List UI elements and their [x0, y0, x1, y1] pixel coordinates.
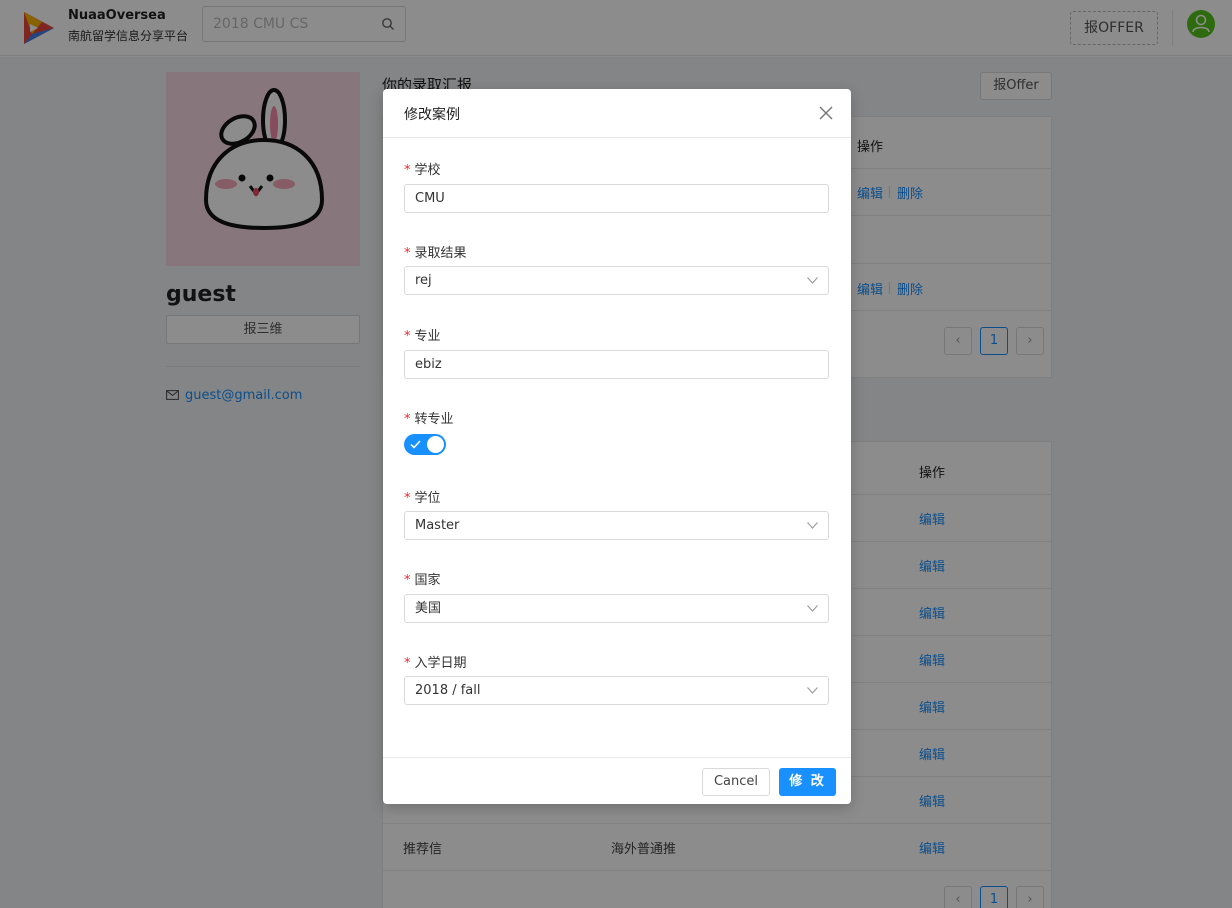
- school-input[interactable]: [415, 185, 815, 212]
- term-select[interactable]: 2018 / fall: [404, 676, 829, 705]
- required-mark: *: [404, 573, 411, 588]
- school-label: * 学校: [404, 159, 441, 178]
- country-label-text: 国家: [414, 573, 441, 588]
- major-label: * 专业: [404, 325, 441, 344]
- toggle-knob: [427, 436, 444, 453]
- required-mark: *: [404, 163, 411, 178]
- degree-selected-value: Master: [415, 518, 460, 533]
- transfer-label-text: 转专业: [414, 412, 454, 427]
- school-field[interactable]: [404, 184, 829, 213]
- submit-edit-button[interactable]: 修 改: [779, 768, 836, 796]
- chevron-down-icon: [807, 687, 818, 694]
- major-label-text: 专业: [414, 329, 441, 344]
- country-label: * 国家: [404, 569, 441, 588]
- term-label: * 入学日期: [404, 652, 467, 671]
- chevron-down-icon: [807, 522, 818, 529]
- cancel-button[interactable]: Cancel: [702, 768, 770, 796]
- chevron-down-icon: [807, 277, 818, 284]
- result-label: * 录取结果: [404, 242, 467, 261]
- country-select[interactable]: 美国: [404, 594, 829, 623]
- edit-case-modal: 修改案例 *学校 *录取结果 rej *专业 *转专业 *学位 Master: [383, 89, 851, 804]
- result-label-text: 录取结果: [414, 246, 467, 261]
- required-mark: *: [404, 246, 411, 261]
- degree-label-text: 学位: [414, 491, 441, 506]
- transfer-toggle[interactable]: [404, 434, 446, 455]
- chevron-down-icon: [807, 605, 818, 612]
- transfer-label: * 转专业: [404, 408, 454, 427]
- required-mark: *: [404, 412, 411, 427]
- modal-header: 修改案例: [383, 89, 851, 138]
- country-selected-value: 美国: [415, 601, 442, 616]
- term-label-text: 入学日期: [414, 656, 467, 671]
- check-icon: [410, 440, 421, 449]
- close-icon[interactable]: [819, 106, 833, 120]
- degree-select[interactable]: Master: [404, 511, 829, 540]
- result-select[interactable]: rej: [404, 266, 829, 295]
- result-selected-value: rej: [415, 273, 432, 288]
- required-mark: *: [404, 329, 411, 344]
- term-selected-value: 2018 / fall: [415, 683, 481, 698]
- modal-title: 修改案例: [404, 107, 460, 123]
- required-mark: *: [404, 656, 411, 671]
- modal-footer: Cancel 修 改: [383, 757, 851, 804]
- major-field[interactable]: [404, 350, 829, 379]
- school-label-text: 学校: [414, 163, 441, 178]
- required-mark: *: [404, 491, 411, 506]
- major-input[interactable]: [415, 351, 815, 378]
- degree-label: * 学位: [404, 487, 441, 506]
